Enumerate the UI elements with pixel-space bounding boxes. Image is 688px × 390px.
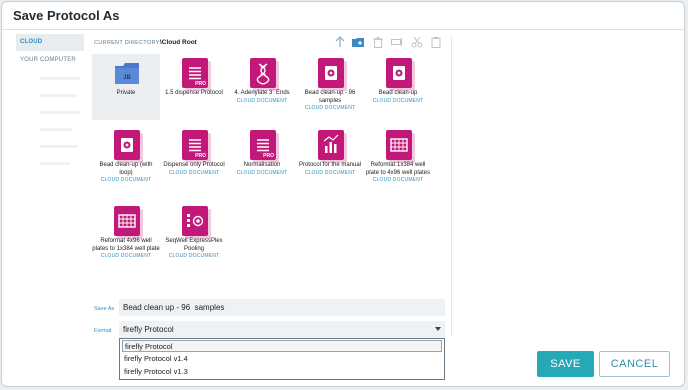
file-subtitle: CLOUD DOCUMENT <box>168 253 220 259</box>
file-subtitle: CLOUD DOCUMENT <box>236 169 288 176</box>
file-subtitle: CLOUD DOCUMENT <box>168 169 220 176</box>
trash-icon[interactable] <box>372 36 384 48</box>
sidebar-placeholder <box>40 145 78 148</box>
panel-divider <box>451 36 452 336</box>
file-tile-private[interactable]: JB Private <box>92 54 160 120</box>
format-option[interactable]: firefly Protocol <box>122 340 442 352</box>
file-name: Dispense only Protocol <box>163 162 225 168</box>
file-subtitle: CLOUD DOCUMENT <box>100 253 152 259</box>
rename-icon[interactable] <box>391 36 403 48</box>
file-tile[interactable]: Bead clean-up - 96 samples CLOUD DOCUMENT <box>296 54 364 120</box>
format-selected-value: firefly Protocol <box>123 325 174 334</box>
sidebar-placeholder <box>40 94 76 97</box>
file-subtitle: CLOUD DOCUMENT <box>304 105 356 111</box>
current-directory-path: \Cloud Root <box>160 39 197 46</box>
file-tile[interactable]: PRO Dispense only Protocol CLOUD DOCUMENT <box>160 126 228 196</box>
bead-document-icon <box>386 58 412 88</box>
plate-document-icon <box>386 130 412 160</box>
file-subtitle: CLOUD DOCUMENT <box>236 97 288 104</box>
file-name: Bead clean-up <box>378 90 418 96</box>
folder-tag: JB <box>123 75 131 81</box>
file-subtitle: CLOUD DOCUMENT <box>372 97 424 104</box>
file-tile[interactable]: 4. Adenylate 3` Ends CLOUD DOCUMENT <box>228 54 296 120</box>
file-name: Bead clean-up (with loop) <box>99 162 153 176</box>
sidebar-placeholder <box>40 77 80 80</box>
sidebar-item-cloud[interactable]: CLOUD <box>16 34 84 51</box>
folder-icon: JB <box>114 58 140 88</box>
file-tile[interactable]: Bead clean-up CLOUD DOCUMENT <box>364 54 432 120</box>
file-subtitle: CLOUD DOCUMENT <box>304 169 356 176</box>
up-arrow-icon[interactable] <box>334 36 346 48</box>
protocol-document-icon: PRO <box>250 130 276 160</box>
file-tile[interactable]: SeqWell ExpressPlex Pooling CLOUD DOCUMEN… <box>160 202 228 274</box>
sidebar-placeholder <box>40 128 72 131</box>
cancel-button[interactable]: CANCEL <box>599 351 670 377</box>
sidebar: CLOUD YOUR COMPUTER <box>16 34 84 189</box>
current-directory-label: CURRENT DIRECTORY: <box>94 40 162 46</box>
file-name: Normalisation <box>243 162 281 168</box>
save-button[interactable]: SAVE <box>537 351 594 377</box>
format-label: Format <box>94 328 112 334</box>
file-tile[interactable]: Protocol for the manual CLOUD DOCUMENT <box>296 126 364 196</box>
file-name: Reformat 4x96 well plates to 1x384 well … <box>92 238 160 252</box>
format-dropdown-list: firefly Protocol firefly Protocol v1.4 f… <box>119 338 445 380</box>
save-protocol-dialog: Save Protocol As CLOUD YOUR COMPUTER CUR… <box>1 1 685 387</box>
plate-document-icon <box>114 206 140 236</box>
chart-document-icon <box>318 130 344 160</box>
sidebar-placeholder <box>40 111 80 114</box>
sidebar-item-your-computer[interactable]: YOUR COMPUTER <box>16 52 84 69</box>
chevron-down-icon <box>435 327 441 331</box>
protocol-document-icon: PRO <box>182 130 208 160</box>
file-subtitle: CLOUD DOCUMENT <box>372 177 424 183</box>
file-name: Private <box>116 90 136 96</box>
file-tile[interactable]: PRO 1.5 dispense Protocol <box>160 54 228 120</box>
paste-icon[interactable] <box>430 36 442 48</box>
protocol-document-icon: PRO <box>182 58 208 88</box>
seqwell-document-icon <box>182 206 208 236</box>
format-option[interactable]: firefly Protocol v1.3 <box>122 366 442 378</box>
file-name: Bead clean-up - 96 samples <box>304 90 356 104</box>
sidebar-placeholder <box>40 162 70 165</box>
format-select[interactable]: firefly Protocol <box>119 321 445 338</box>
file-name: Protocol for the manual <box>298 162 362 168</box>
file-tile[interactable]: Reformat 4x96 well plates to 1x384 well … <box>92 202 160 274</box>
title-divider <box>2 29 684 30</box>
format-option[interactable]: firefly Protocol v1.4 <box>122 353 442 365</box>
file-name: 1.5 dispense Protocol <box>165 90 223 96</box>
bead-document-icon <box>318 58 344 88</box>
file-name: 4. Adenylate 3` Ends <box>234 90 290 96</box>
new-folder-icon[interactable] <box>352 36 364 48</box>
file-name: SeqWell ExpressPlex Pooling <box>165 238 223 252</box>
save-as-label: Save As <box>94 306 115 312</box>
file-subtitle: CLOUD DOCUMENT <box>100 177 152 183</box>
file-tile[interactable]: Bead clean-up (with loop) CLOUD DOCUMENT <box>92 126 160 196</box>
file-tile[interactable]: Reformat 1x384 well plate to 4x96 well p… <box>364 126 432 196</box>
dialog-title: Save Protocol As <box>13 8 120 23</box>
file-tile[interactable]: PRO Normalisation CLOUD DOCUMENT <box>228 126 296 196</box>
cut-icon[interactable] <box>411 36 423 48</box>
file-name: Reformat 1x384 well plate to 4x96 well p… <box>365 162 431 176</box>
save-as-input[interactable] <box>119 299 445 316</box>
bead-document-icon <box>114 130 140 160</box>
dna-document-icon <box>250 58 276 88</box>
